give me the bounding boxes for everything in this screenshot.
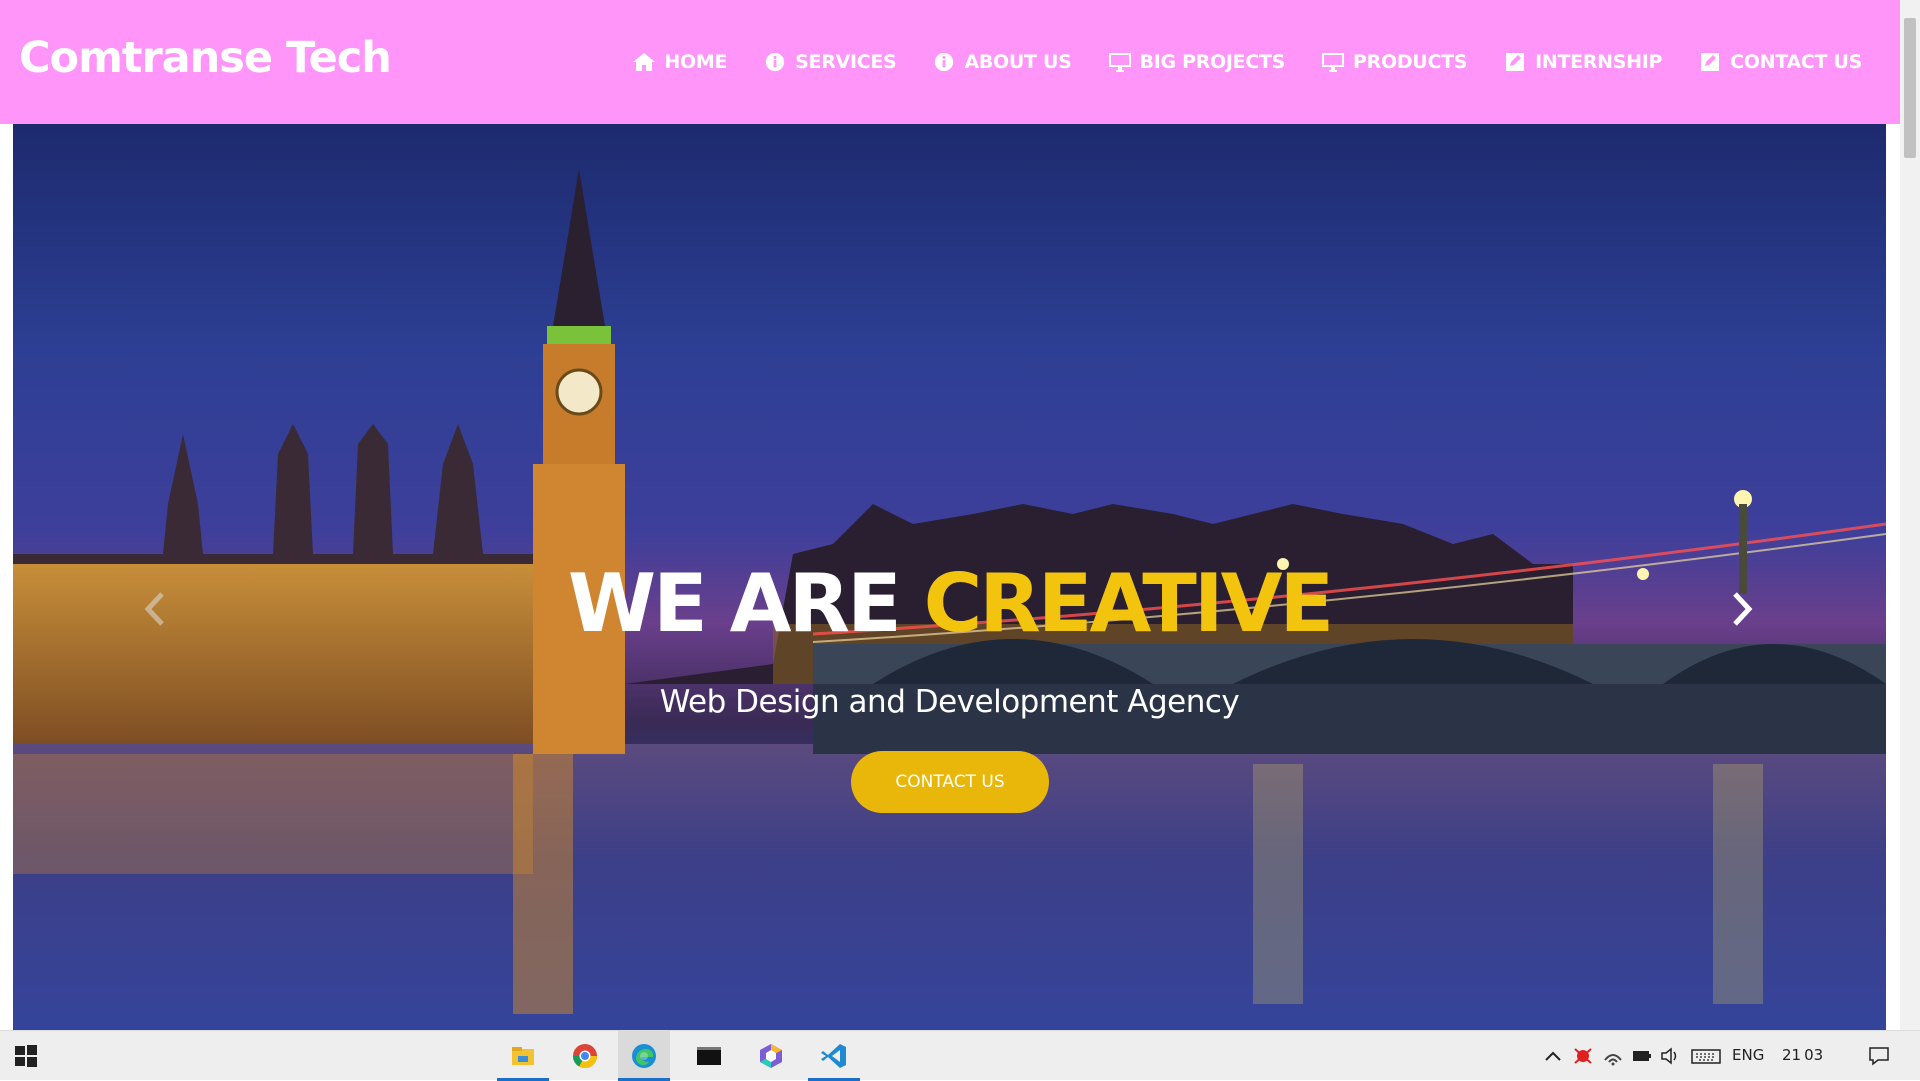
taskbar-terminal[interactable]	[683, 1031, 735, 1081]
nav-big-projects-label: BIG PROJECTS	[1139, 51, 1286, 73]
windows-start-icon[interactable]	[14, 1044, 38, 1068]
hero-contact-button[interactable]: CONTACT US	[851, 751, 1049, 813]
virus-alert-icon[interactable]	[1572, 1046, 1594, 1066]
edit-icon	[1701, 53, 1720, 71]
main-nav: HOME SERVICES ABOUT US BIG PROJECTS PROD…	[632, 0, 1862, 124]
hero-title: WE ARE CREATIVE	[13, 564, 1886, 644]
hero-title-white: WE ARE	[567, 557, 902, 650]
chevron-left-icon	[144, 592, 164, 626]
info-icon	[766, 52, 785, 72]
taskbar-clock[interactable]: 21 03	[1782, 1046, 1823, 1064]
nav-services-label: SERVICES	[795, 51, 897, 73]
chrome-icon	[573, 1044, 597, 1069]
edge-icon	[632, 1044, 656, 1068]
brand-logo[interactable]: Comtranse Tech	[19, 33, 392, 83]
taskbar-chrome[interactable]	[559, 1031, 611, 1081]
windows-taskbar: ENG 21 03	[0, 1030, 1920, 1081]
keyboard-icon[interactable]	[1690, 1046, 1722, 1066]
vscode-icon	[821, 1044, 846, 1068]
nav-contact-us-label: CONTACT US	[1730, 51, 1862, 73]
nav-services[interactable]: SERVICES	[763, 51, 897, 73]
nav-products-label: PRODUCTS	[1353, 51, 1468, 73]
file-explorer-icon	[512, 1047, 534, 1065]
chevron-up-icon[interactable]	[1542, 1046, 1564, 1066]
nav-internship-label: INTERNSHIP	[1535, 51, 1663, 73]
carousel-next-button[interactable]	[1722, 579, 1762, 639]
nav-products[interactable]: PRODUCTS	[1321, 51, 1467, 73]
carousel-prev-button[interactable]	[135, 579, 175, 639]
nav-about-us[interactable]: ABOUT US	[932, 51, 1072, 73]
taskbar-file-explorer[interactable]	[497, 1031, 549, 1081]
info-icon	[935, 52, 954, 72]
nav-big-projects[interactable]: BIG PROJECTS	[1108, 51, 1286, 73]
terminal-icon	[697, 1047, 721, 1065]
language-indicator[interactable]: ENG	[1732, 1046, 1764, 1064]
monitor-icon	[1322, 53, 1345, 72]
monitor-icon	[1108, 53, 1131, 72]
nav-home[interactable]: HOME	[632, 51, 727, 73]
page-scrollbar[interactable]	[1900, 0, 1920, 1030]
hero-carousel: WE ARE CREATIVE Web Design and Developme…	[13, 124, 1886, 1030]
scrollbar-thumb[interactable]	[1904, 18, 1916, 158]
taskbar-edge[interactable]	[618, 1031, 670, 1081]
site-header: Comtranse Tech HOME SERVICES ABOUT US BI…	[0, 0, 1900, 124]
hero-title-yellow: CREATIVE	[923, 557, 1335, 650]
nav-about-us-label: ABOUT US	[964, 51, 1072, 73]
wifi-icon[interactable]	[1602, 1046, 1624, 1066]
notifications-icon[interactable]	[1868, 1046, 1890, 1066]
hexagon-app-icon	[760, 1044, 782, 1068]
nav-internship[interactable]: INTERNSHIP	[1503, 51, 1662, 73]
edit-icon	[1506, 53, 1525, 71]
nav-contact-us[interactable]: CONTACT US	[1698, 51, 1862, 73]
hero-subtitle: Web Design and Development Agency	[659, 684, 1240, 720]
taskbar-vscode[interactable]	[808, 1031, 860, 1081]
taskbar-hexagon-app[interactable]	[745, 1031, 797, 1081]
chevron-right-icon	[1733, 592, 1753, 626]
nav-home-label: HOME	[664, 51, 728, 73]
battery-icon[interactable]	[1631, 1046, 1653, 1066]
home-icon	[633, 53, 656, 71]
volume-icon[interactable]	[1659, 1046, 1681, 1066]
